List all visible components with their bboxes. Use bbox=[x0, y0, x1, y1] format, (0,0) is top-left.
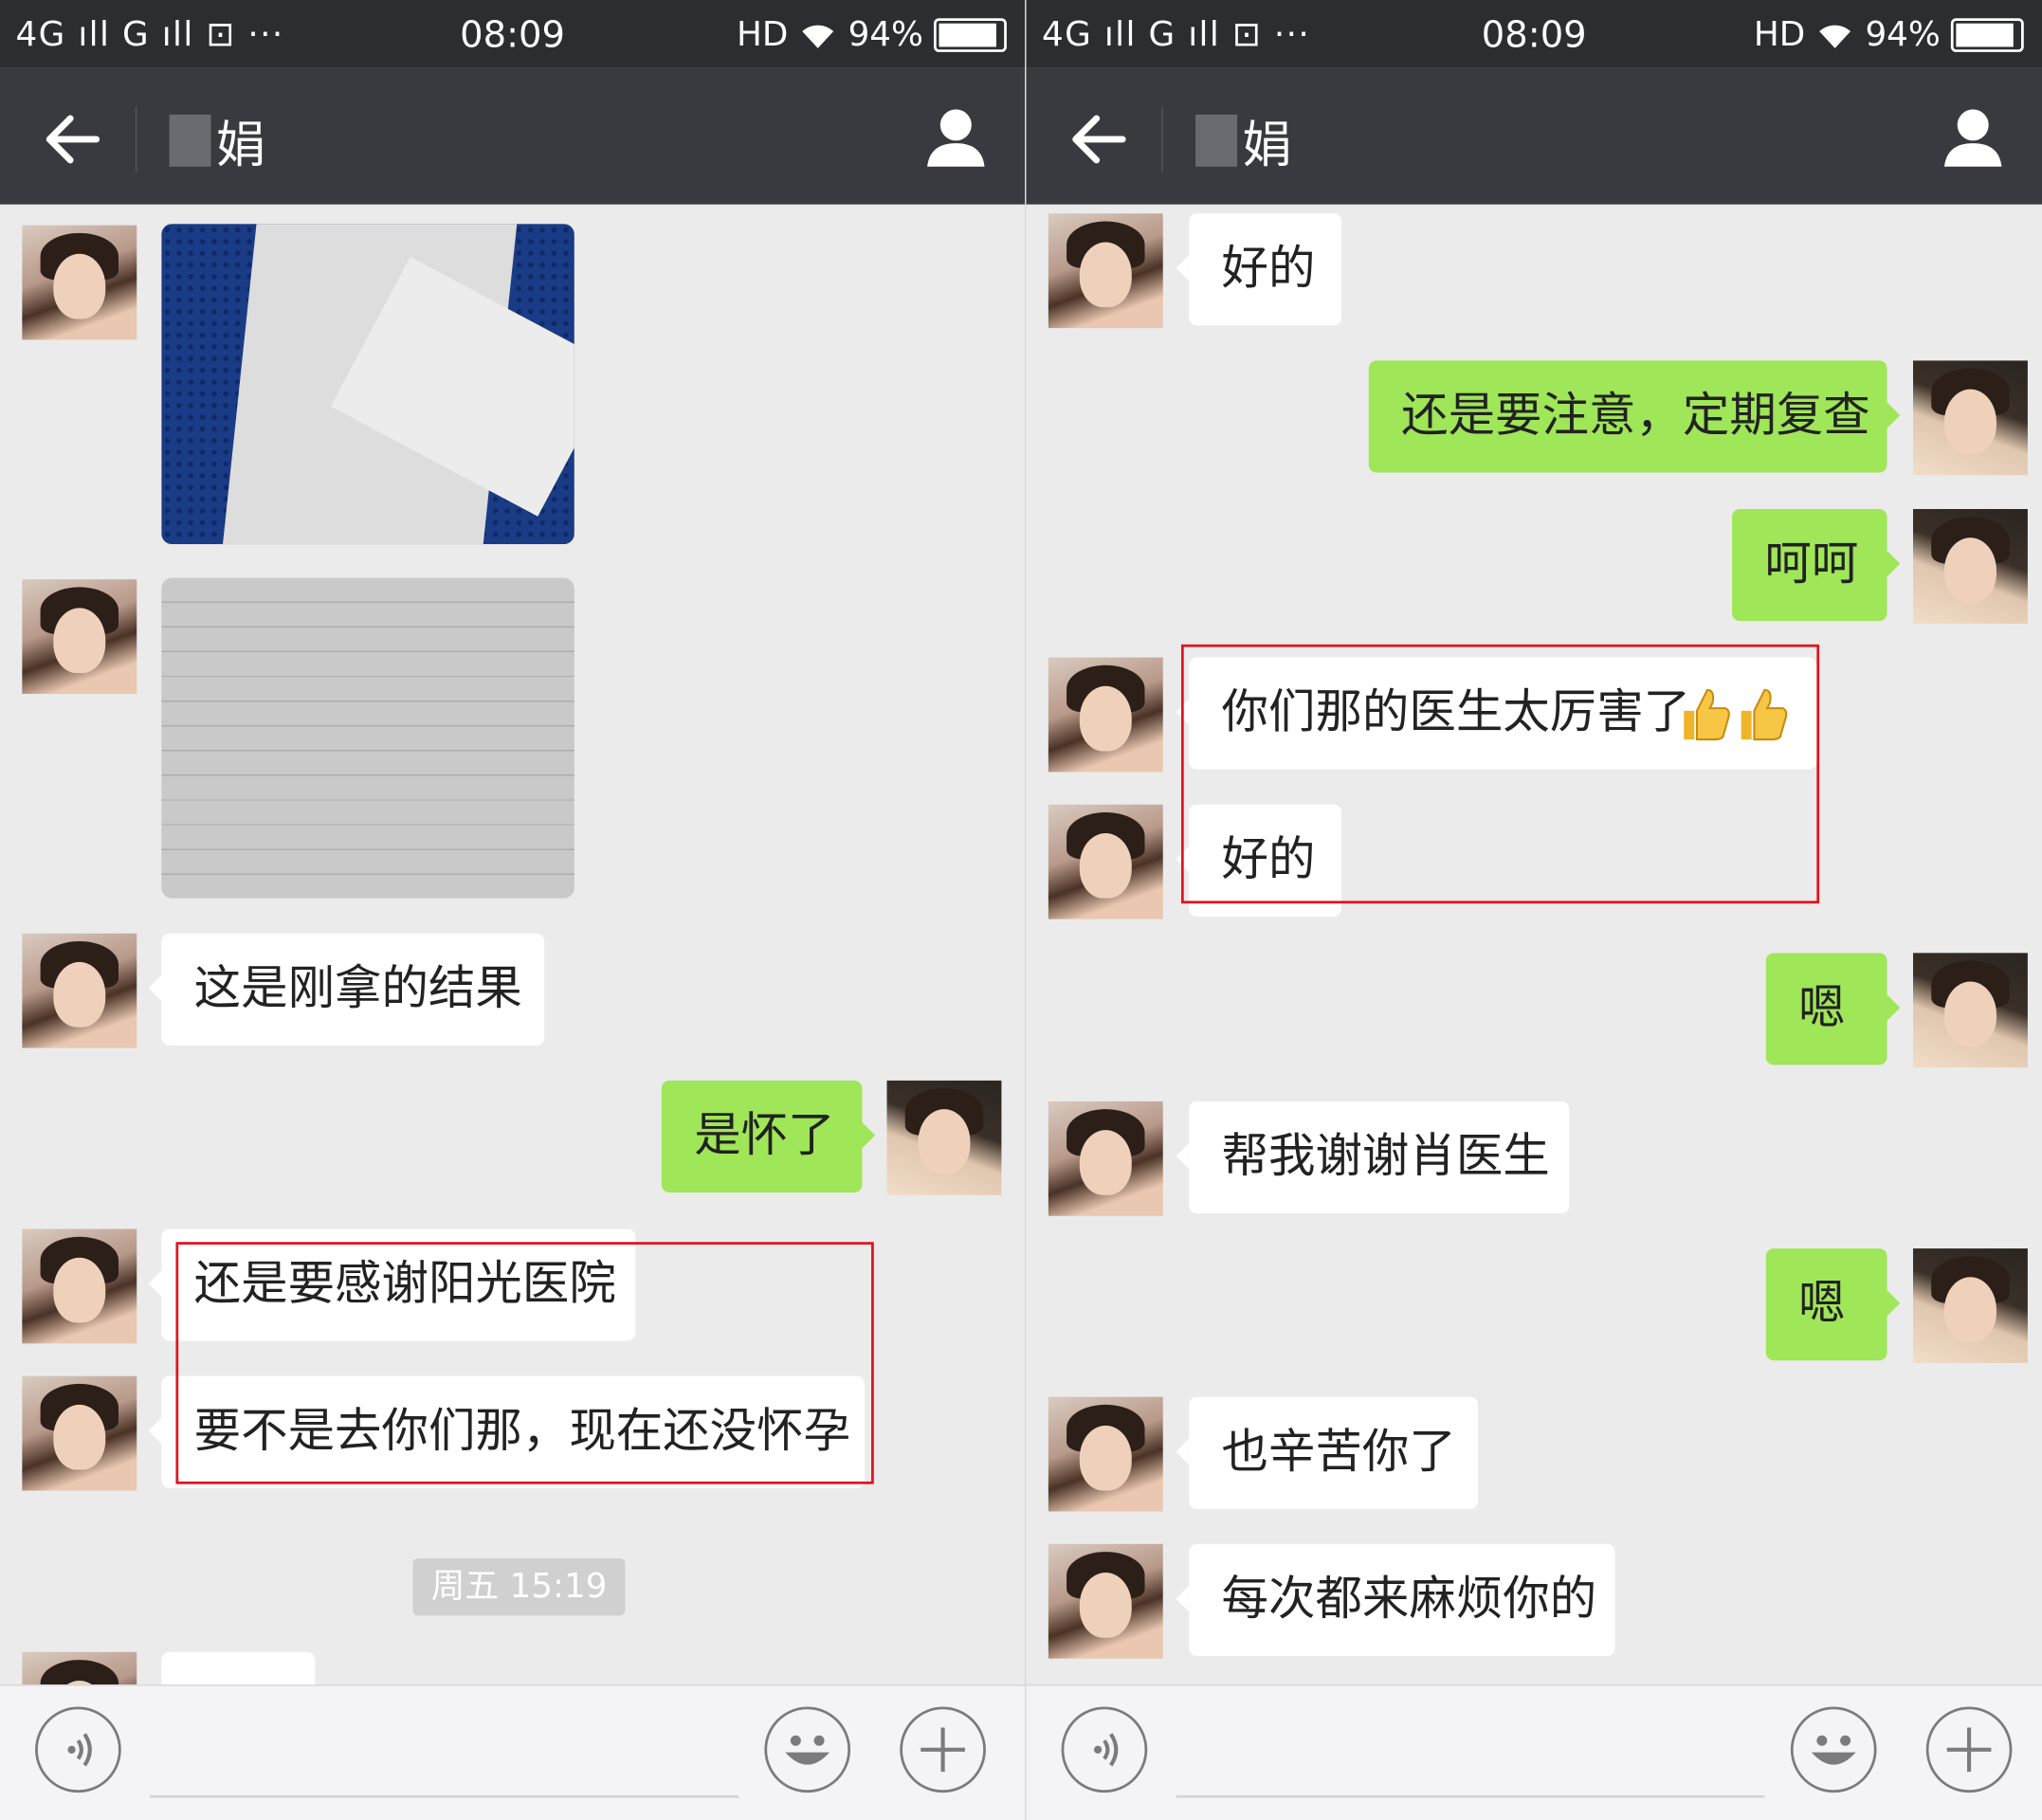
image-message[interactable] bbox=[161, 577, 574, 899]
my-avatar[interactable] bbox=[886, 1080, 1002, 1195]
back-arrow-icon[interactable] bbox=[39, 107, 104, 173]
contact-avatar[interactable] bbox=[1048, 1396, 1163, 1512]
chat-title: 娟 bbox=[1195, 104, 1292, 176]
outgoing-message[interactable]: 嗯 bbox=[1765, 953, 1901, 1065]
emoji-button[interactable] bbox=[1790, 1706, 1877, 1793]
voice-button[interactable] bbox=[1061, 1706, 1148, 1793]
contact-avatar[interactable] bbox=[1048, 1543, 1163, 1659]
status-bar: 4G ıll G ıll ⊡ ··· 08:09 HD 94% bbox=[0, 0, 1026, 68]
incoming-message[interactable]: 好的 bbox=[1176, 213, 1341, 326]
voice-icon bbox=[67, 1733, 92, 1767]
battery-icon bbox=[1950, 18, 2024, 52]
screenshot: 4G ıll G ıll ⊡ ··· 08:09 HD 94% 娟 这是刚拿的结… bbox=[0, 0, 2042, 1820]
contact-avatar[interactable] bbox=[22, 1651, 137, 1685]
incoming-message[interactable]: 也辛苦你了 bbox=[1176, 1396, 1479, 1509]
emoji-button[interactable] bbox=[764, 1706, 851, 1793]
header-divider bbox=[135, 106, 137, 173]
my-avatar[interactable] bbox=[1913, 360, 2028, 476]
input-bar bbox=[0, 1684, 1026, 1820]
outgoing-message[interactable]: 嗯 bbox=[1765, 1248, 1901, 1361]
contact-avatar[interactable] bbox=[1048, 657, 1163, 773]
hd-label: HD bbox=[1753, 15, 1806, 55]
emoji-icon bbox=[785, 1735, 830, 1765]
highlight-box bbox=[175, 1242, 874, 1484]
battery-icon bbox=[933, 18, 1007, 52]
contact-avatar[interactable] bbox=[22, 1228, 137, 1344]
contact-avatar[interactable] bbox=[1048, 804, 1163, 919]
back-arrow-icon[interactable] bbox=[1066, 107, 1131, 173]
text-input-line[interactable] bbox=[1176, 1794, 1765, 1798]
chat-title: 娟 bbox=[169, 104, 265, 176]
contact-avatar[interactable] bbox=[22, 579, 137, 695]
my-avatar[interactable] bbox=[1913, 508, 2028, 624]
contact-avatar[interactable] bbox=[1048, 1101, 1163, 1216]
contact-avatar[interactable] bbox=[22, 933, 137, 1048]
battery-percent: 94% bbox=[1865, 15, 1941, 55]
highlight-box bbox=[1180, 644, 1820, 904]
status-bar: 4G ıll G ıll ⊡ ··· 08:09 HD 94% bbox=[1026, 0, 2042, 68]
person-icon[interactable] bbox=[1941, 104, 2006, 170]
chat-area[interactable]: 这是刚拿的结果 是怀了 还是要感谢阳光医院 要不是去你们那，现在还没怀孕 周五 … bbox=[0, 205, 1025, 1685]
voice-button[interactable] bbox=[35, 1706, 121, 1793]
plus-button[interactable] bbox=[900, 1706, 986, 1793]
outgoing-message[interactable]: 还是要注意，定期复查 bbox=[1368, 360, 1901, 473]
outgoing-message[interactable]: 是怀了 bbox=[661, 1080, 876, 1193]
redacted-name-block bbox=[169, 114, 211, 167]
voice-icon bbox=[1093, 1733, 1119, 1767]
redacted-name-block bbox=[1195, 114, 1238, 167]
plus-button[interactable] bbox=[1925, 1706, 2013, 1793]
chat-header: 娟 bbox=[0, 67, 1026, 205]
left-phone-screen: 4G ıll G ıll ⊡ ··· 08:09 HD 94% 娟 这是刚拿的结… bbox=[0, 0, 1026, 1820]
incoming-message[interactable]: 每次都来麻烦你的 bbox=[1176, 1543, 1615, 1656]
contact-avatar[interactable] bbox=[1048, 213, 1163, 329]
message-timestamp: 周五 15:19 bbox=[412, 1557, 626, 1616]
incoming-message[interactable]: 帮我谢谢肖医生 bbox=[1176, 1101, 1570, 1213]
hd-label: HD bbox=[737, 15, 789, 55]
image-message[interactable] bbox=[161, 224, 574, 545]
plus-icon bbox=[921, 1727, 965, 1773]
battery-percent: 94% bbox=[848, 15, 923, 55]
header-divider bbox=[1161, 106, 1163, 173]
person-icon[interactable] bbox=[923, 104, 989, 170]
contact-avatar[interactable] bbox=[22, 1375, 137, 1491]
right-phone-screen: 4G ıll G ıll ⊡ ··· 08:09 HD 94% 娟 好的 还是要… bbox=[1026, 0, 2042, 1820]
my-avatar[interactable] bbox=[1913, 1248, 2028, 1363]
wifi-icon bbox=[802, 25, 834, 48]
outgoing-message[interactable]: 呵呵 bbox=[1732, 508, 1901, 622]
text-input-line[interactable] bbox=[149, 1794, 738, 1798]
chat-area[interactable]: 好的 还是要注意，定期复查 呵呵 你们那的医生太厉害了 好的 嗯 帮我谢谢肖医生… bbox=[1026, 205, 2042, 1685]
input-bar bbox=[1026, 1684, 2042, 1820]
incoming-message[interactable]: 这是刚拿的结果 bbox=[148, 933, 545, 1046]
wifi-icon bbox=[1819, 25, 1851, 48]
contact-avatar[interactable] bbox=[22, 225, 137, 340]
my-avatar[interactable] bbox=[1913, 953, 2028, 1068]
chat-header: 娟 bbox=[1026, 67, 2042, 205]
emoji-icon bbox=[1811, 1735, 1856, 1765]
plus-icon bbox=[1946, 1727, 1992, 1773]
incoming-message-partial[interactable] bbox=[161, 1651, 316, 1685]
